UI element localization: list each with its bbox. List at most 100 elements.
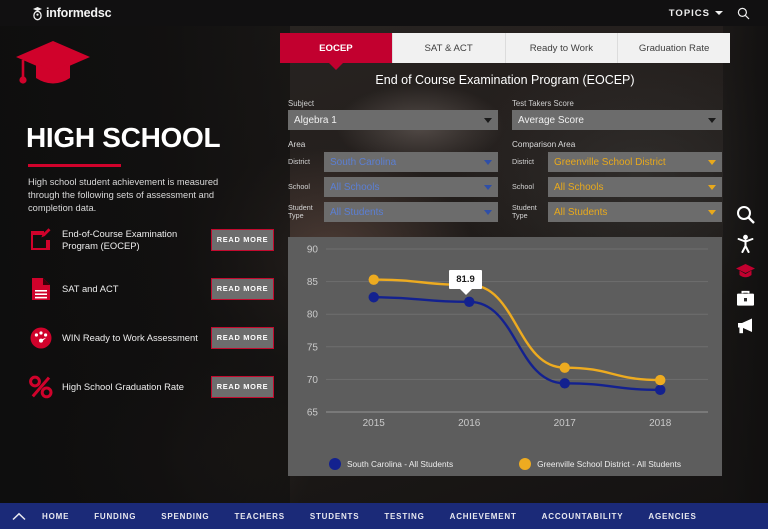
list-item[interactable]: End-of-Course Examination Program (EOCEP… <box>26 219 274 260</box>
chart-tooltip: 81.9 <box>449 269 482 289</box>
read-more-button[interactable]: READ MORE <box>211 228 274 251</box>
test-takers-group: Test Takers Score Average Score <box>512 99 722 130</box>
chevron-down-icon <box>708 209 716 215</box>
svg-text:80: 80 <box>307 310 319 321</box>
comparison-student-type-label: Student Type <box>512 203 537 220</box>
svg-text:2017: 2017 <box>554 418 577 429</box>
list-item-label: End-of-Course Examination Program (EOCEP… <box>62 228 178 251</box>
area-district-value: South Carolina <box>330 156 397 168</box>
area-heading: Area <box>288 140 306 149</box>
bottom-nav-item-achievement[interactable]: ACHIEVEMENT <box>450 512 517 521</box>
comparison-district-select[interactable]: Greenville School District <box>548 152 722 172</box>
megaphone-icon[interactable] <box>735 317 755 334</box>
left-panel: HIGH SCHOOL High school student achievem… <box>0 26 290 503</box>
subject-label: Subject <box>288 99 315 108</box>
chevron-down-icon <box>708 159 716 165</box>
area-school-value: All Schools <box>330 181 380 193</box>
area-student-type-row: Student Type All Students <box>288 202 498 222</box>
test-takers-value: Average Score <box>518 114 584 126</box>
legend-label: Greenville School District - All Student… <box>537 459 681 469</box>
svg-text:2015: 2015 <box>363 418 386 429</box>
svg-text:75: 75 <box>307 342 319 353</box>
percent-icon <box>26 375 56 399</box>
bottom-nav-item-students[interactable]: STUDENTS <box>310 512 360 521</box>
chevron-down-icon <box>708 184 716 190</box>
comparison-student-type-value: All Students <box>554 206 608 218</box>
chevron-down-icon <box>484 184 492 190</box>
comparison-district-label: District <box>512 157 534 166</box>
area-student-type-label: Student Type <box>288 203 313 220</box>
comparison-district-value: Greenville School District <box>554 156 666 168</box>
tab-ready-to-work[interactable]: Ready to Work <box>505 33 619 63</box>
tab-sat-act[interactable]: SAT & ACT <box>392 33 506 63</box>
chart-legend: South Carolina - All Students Greenville… <box>288 458 722 470</box>
list-item[interactable]: SAT and ACT READ MORE <box>26 268 274 309</box>
legend-item[interactable]: Greenville School District - All Student… <box>519 458 681 470</box>
comparison-student-type-select[interactable]: All Students <box>548 202 722 222</box>
svg-text:90: 90 <box>307 245 319 256</box>
line-chart[interactable]: 65 70 75 80 85 90 2015 2016 2017 2018 <box>288 237 722 442</box>
read-more-button[interactable]: READ MORE <box>211 277 274 300</box>
top-bar: informedsc TOPICS <box>0 0 768 26</box>
area-student-type-select[interactable]: All Students <box>324 202 498 222</box>
comparison-area-group: Comparison Area District Greenville Scho… <box>512 140 722 227</box>
tab-graduation-rate[interactable]: Graduation Rate <box>618 33 730 63</box>
topic-list: End-of-Course Examination Program (EOCEP… <box>26 219 274 415</box>
read-more-button[interactable]: READ MORE <box>211 326 274 349</box>
chevron-up-icon[interactable] <box>12 512 26 521</box>
main-content: End of Course Examination Program (EOCEP… <box>280 63 730 476</box>
list-item-label: WIN Ready to Work Assessment <box>62 331 198 343</box>
svg-text:70: 70 <box>307 375 319 386</box>
chevron-down-icon <box>484 209 492 215</box>
tab-bar: EOCEP SAT & ACT Ready to Work Graduation… <box>280 33 730 63</box>
pencil-square-icon <box>26 227 56 252</box>
subject-select[interactable]: Algebra 1 <box>288 110 498 130</box>
bottom-nav-item-testing[interactable]: TESTING <box>384 512 424 521</box>
page-title: HIGH SCHOOL <box>26 122 221 153</box>
site-logo[interactable]: informedsc <box>31 0 112 26</box>
graduation-cap-icon <box>14 37 92 98</box>
comparison-school-label: School <box>512 182 534 191</box>
bottom-nav: HOME FUNDING SPENDING TEACHERS STUDENTS … <box>0 503 768 529</box>
legend-dot <box>519 458 532 470</box>
chevron-down-icon <box>484 159 492 165</box>
area-district-select[interactable]: South Carolina <box>324 152 498 172</box>
list-item[interactable]: High School Graduation Rate READ MORE <box>26 366 274 407</box>
area-school-select[interactable]: All Schools <box>324 177 498 197</box>
area-district-row: District South Carolina <box>288 152 498 172</box>
search-icon[interactable] <box>737 7 750 20</box>
bottom-nav-item-teachers[interactable]: TEACHERS <box>234 512 284 521</box>
bottom-nav-item-funding[interactable]: FUNDING <box>94 512 136 521</box>
svg-text:65: 65 <box>307 408 319 419</box>
area-selectors: Area District South Carolina School All … <box>280 140 730 227</box>
list-item-label: SAT and ACT <box>62 282 119 294</box>
bottom-nav-item-home[interactable]: HOME <box>42 512 69 521</box>
list-item[interactable]: WIN Ready to Work Assessment READ MORE <box>26 317 274 358</box>
comparison-school-select[interactable]: All Schools <box>548 177 722 197</box>
search-icon[interactable] <box>736 205 755 224</box>
person-icon[interactable] <box>736 234 755 253</box>
graduation-cap-icon[interactable] <box>735 263 756 280</box>
read-more-button[interactable]: READ MORE <box>211 375 274 398</box>
gauge-icon <box>26 326 56 350</box>
legend-label: South Carolina - All Students <box>347 459 454 469</box>
chevron-down-icon <box>484 117 492 123</box>
primary-selectors: Subject Algebra 1 Test Takers Score Aver… <box>280 99 730 130</box>
legend-item[interactable]: South Carolina - All Students <box>329 458 453 470</box>
area-student-type-value: All Students <box>330 206 384 218</box>
bottom-nav-item-agencies[interactable]: AGENCIES <box>648 512 696 521</box>
test-takers-select[interactable]: Average Score <box>512 110 722 130</box>
title-underline <box>28 164 121 167</box>
subject-group: Subject Algebra 1 <box>288 99 498 130</box>
topics-menu-button[interactable]: TOPICS <box>669 8 723 19</box>
logo-text: informedsc <box>46 6 112 20</box>
bottom-nav-item-spending[interactable]: SPENDING <box>161 512 209 521</box>
briefcase-icon[interactable] <box>736 290 755 307</box>
bottom-nav-item-accountability[interactable]: ACCOUNTABILITY <box>542 512 624 521</box>
topics-label: TOPICS <box>668 7 710 19</box>
tab-eocep[interactable]: EOCEP <box>280 33 393 63</box>
area-district-label: District <box>288 157 310 166</box>
comparison-student-type-row: Student Type All Students <box>512 202 722 222</box>
svg-text:2018: 2018 <box>649 418 672 429</box>
comparison-school-row: School All Schools <box>512 177 722 197</box>
